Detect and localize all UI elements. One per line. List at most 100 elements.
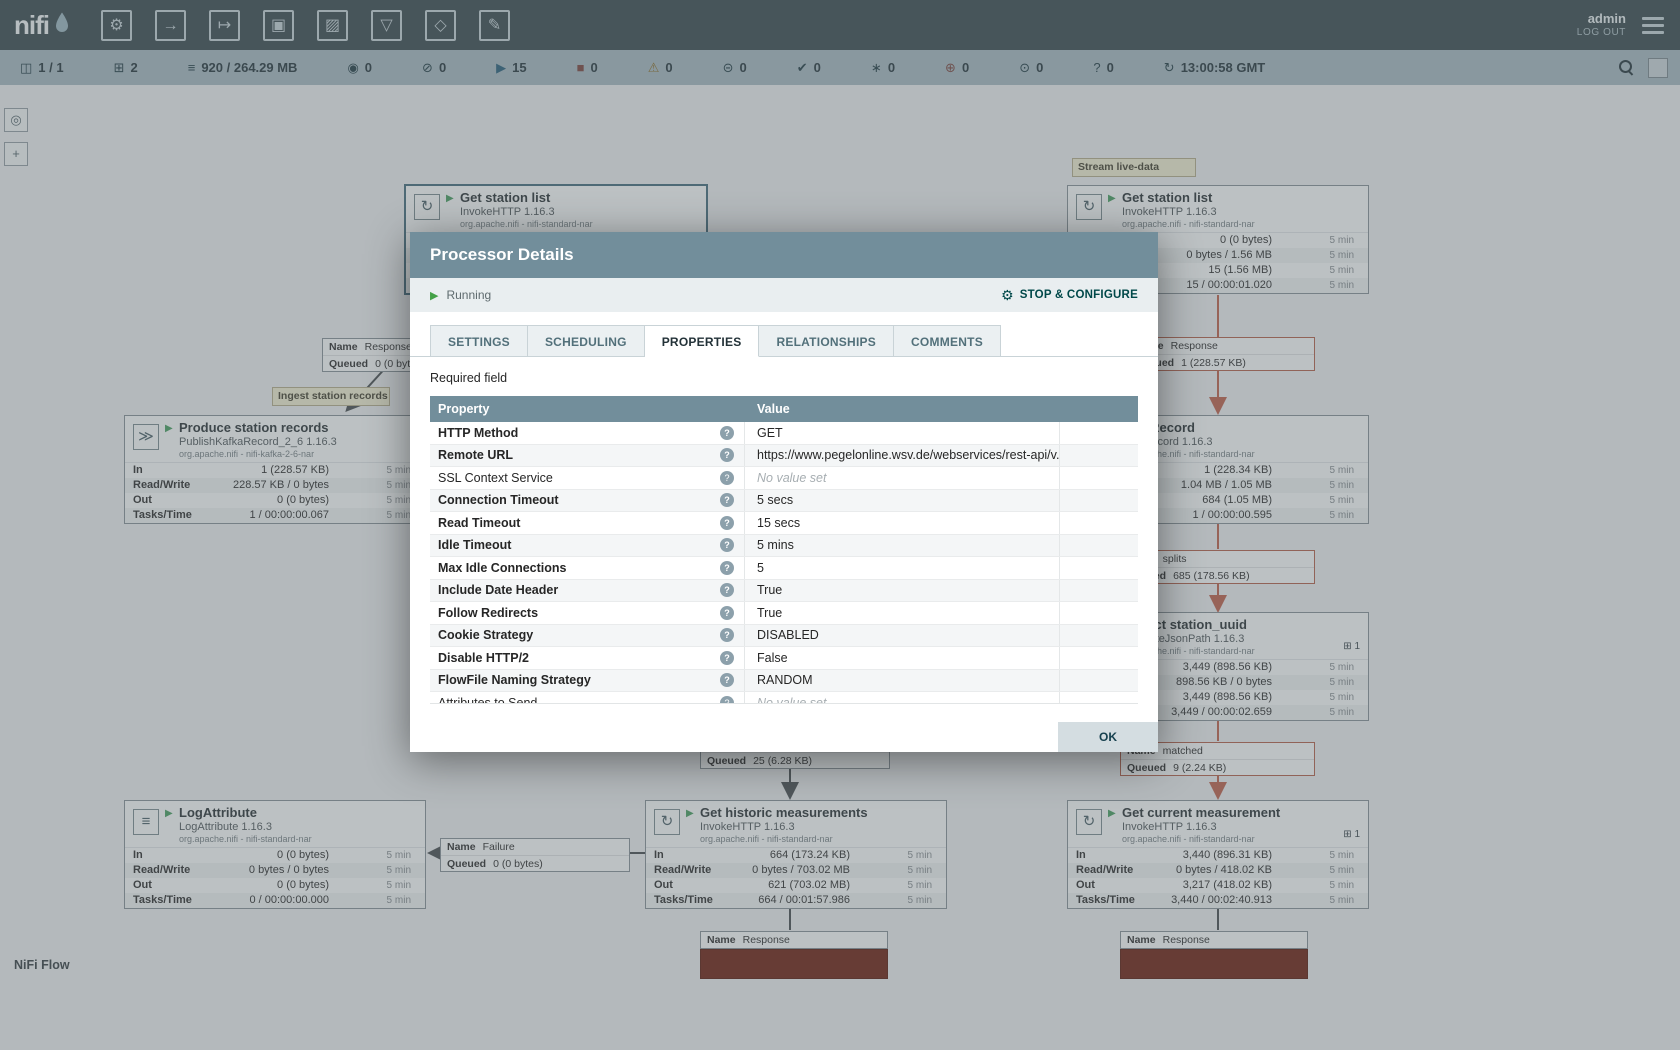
value-column-header: Value xyxy=(745,396,790,422)
property-name-text: Read Timeout xyxy=(438,516,520,530)
property-name-text: Attributes to Send xyxy=(438,696,537,704)
property-value[interactable]: 15 secs xyxy=(745,512,1060,534)
property-name: Remote URL? xyxy=(430,445,745,467)
help-icon[interactable]: ? xyxy=(720,673,734,687)
tab-scheduling[interactable]: SCHEDULING xyxy=(528,325,645,357)
property-value[interactable]: 5 secs xyxy=(745,490,1060,512)
property-name-text: Cookie Strategy xyxy=(438,628,533,642)
property-value-text: GET xyxy=(757,426,783,440)
property-row: Attributes to Send?No value set xyxy=(430,692,1138,704)
property-value-text: https://www.pegelonline.wsv.de/webservic… xyxy=(757,448,1060,462)
stop-configure-label: STOP & CONFIGURE xyxy=(1020,289,1138,301)
property-name: Idle Timeout? xyxy=(430,535,745,557)
property-value-text: RANDOM xyxy=(757,673,813,687)
property-value[interactable]: False xyxy=(745,647,1060,669)
dialog-tabs: SETTINGSSCHEDULINGPROPERTIESRELATIONSHIP… xyxy=(410,325,1158,357)
help-icon[interactable]: ? xyxy=(720,538,734,552)
row-filler xyxy=(1060,602,1138,624)
property-name: Cookie Strategy? xyxy=(430,625,745,647)
help-icon[interactable]: ? xyxy=(720,448,734,462)
property-name-text: Max Idle Connections xyxy=(438,561,567,575)
row-filler xyxy=(1060,647,1138,669)
tab-relationships[interactable]: RELATIONSHIPS xyxy=(759,325,894,357)
stop-configure-icon: ⚙ xyxy=(1001,287,1014,304)
property-name: SSL Context Service? xyxy=(430,467,745,489)
processor-details-dialog: Processor Details ▶ Running ⚙ STOP & CON… xyxy=(410,232,1158,752)
property-row: Read Timeout?15 secs xyxy=(430,512,1138,535)
property-name: Follow Redirects? xyxy=(430,602,745,624)
property-name-text: Include Date Header xyxy=(438,583,558,597)
row-filler xyxy=(1060,625,1138,647)
help-icon[interactable]: ? xyxy=(720,426,734,440)
property-value[interactable]: True xyxy=(745,580,1060,602)
tab-comments[interactable]: COMMENTS xyxy=(894,325,1001,357)
tab-settings[interactable]: SETTINGS xyxy=(430,325,528,357)
property-value[interactable]: 5 mins xyxy=(745,535,1060,557)
property-value[interactable]: RANDOM xyxy=(745,670,1060,692)
properties-table-header: Property Value xyxy=(430,396,1138,422)
property-value-text: 5 xyxy=(757,561,764,575)
run-state-indicator: ▶ Running xyxy=(430,288,491,302)
property-value[interactable]: DISABLED xyxy=(745,625,1060,647)
row-filler xyxy=(1060,422,1138,444)
property-name-text: FlowFile Naming Strategy xyxy=(438,673,591,687)
row-filler xyxy=(1060,490,1138,512)
property-value-text: 5 secs xyxy=(757,493,793,507)
property-name-text: Connection Timeout xyxy=(438,493,559,507)
help-icon[interactable]: ? xyxy=(720,583,734,597)
ok-button[interactable]: OK xyxy=(1058,722,1158,752)
property-row: Cookie Strategy?DISABLED xyxy=(430,625,1138,648)
property-value[interactable]: No value set xyxy=(745,467,1060,489)
row-filler xyxy=(1060,512,1138,534)
run-state-label: Running xyxy=(446,288,491,302)
property-row: Follow Redirects?True xyxy=(430,602,1138,625)
help-icon[interactable]: ? xyxy=(720,561,734,575)
required-field-note: Required field xyxy=(430,371,1138,385)
property-row: HTTP Method? GET xyxy=(430,422,1138,445)
property-name-text: Idle Timeout xyxy=(438,538,511,552)
row-filler xyxy=(1060,580,1138,602)
property-value-text: No value set xyxy=(757,471,826,485)
property-row: FlowFile Naming Strategy? RANDOM xyxy=(430,670,1138,693)
property-value[interactable]: 5 xyxy=(745,557,1060,579)
stop-and-configure-button[interactable]: ⚙ STOP & CONFIGURE xyxy=(1001,287,1138,304)
property-name-text: Remote URL xyxy=(438,448,513,462)
property-row: Include Date Header? True xyxy=(430,580,1138,603)
property-value[interactable]: GET xyxy=(745,422,1060,444)
property-name: Attributes to Send? xyxy=(430,692,745,704)
help-icon[interactable]: ? xyxy=(720,471,734,485)
nifi-application: nifi ⚙→↦▣▨▽◇✎ admin LOG OUT ◫1 / 1⊞2≡920… xyxy=(0,0,1680,1050)
dialog-title: Processor Details xyxy=(410,232,1158,278)
property-row: Max Idle Connections? 5 xyxy=(430,557,1138,580)
property-name: Read Timeout? xyxy=(430,512,745,534)
property-name-text: HTTP Method xyxy=(438,426,518,440)
row-filler xyxy=(1060,557,1138,579)
property-row: Idle Timeout?5 mins xyxy=(430,535,1138,558)
property-row: SSL Context Service? No value set xyxy=(430,467,1138,490)
property-value[interactable]: True xyxy=(745,602,1060,624)
property-row: Disable HTTP/2? False xyxy=(430,647,1138,670)
help-icon[interactable]: ? xyxy=(720,493,734,507)
property-value[interactable]: No value set xyxy=(745,692,1060,704)
property-name-text: Disable HTTP/2 xyxy=(438,651,529,665)
row-filler xyxy=(1060,670,1138,692)
property-name-text: Follow Redirects xyxy=(438,606,538,620)
property-value-text: True xyxy=(757,583,782,597)
row-filler xyxy=(1060,692,1138,704)
help-icon[interactable]: ? xyxy=(720,628,734,642)
property-name-text: SSL Context Service xyxy=(438,471,553,485)
row-filler xyxy=(1060,445,1138,467)
help-icon[interactable]: ? xyxy=(720,651,734,665)
help-icon[interactable]: ? xyxy=(720,606,734,620)
property-row: Connection Timeout? 5 secs xyxy=(430,490,1138,513)
property-name: Include Date Header? xyxy=(430,580,745,602)
property-value[interactable]: https://www.pegelonline.wsv.de/webservic… xyxy=(745,445,1060,467)
property-name: HTTP Method? xyxy=(430,422,745,444)
help-icon[interactable]: ? xyxy=(720,516,734,530)
tab-properties[interactable]: PROPERTIES xyxy=(645,325,760,357)
property-row: Remote URL? https://www.pegelonline.wsv.d… xyxy=(430,445,1138,468)
property-column-header: Property xyxy=(430,396,745,422)
properties-table-body: HTTP Method? GET Remote URL? https://www.pe… xyxy=(430,422,1138,704)
help-icon[interactable]: ? xyxy=(720,696,734,704)
dialog-status-row: ▶ Running ⚙ STOP & CONFIGURE xyxy=(410,278,1158,312)
